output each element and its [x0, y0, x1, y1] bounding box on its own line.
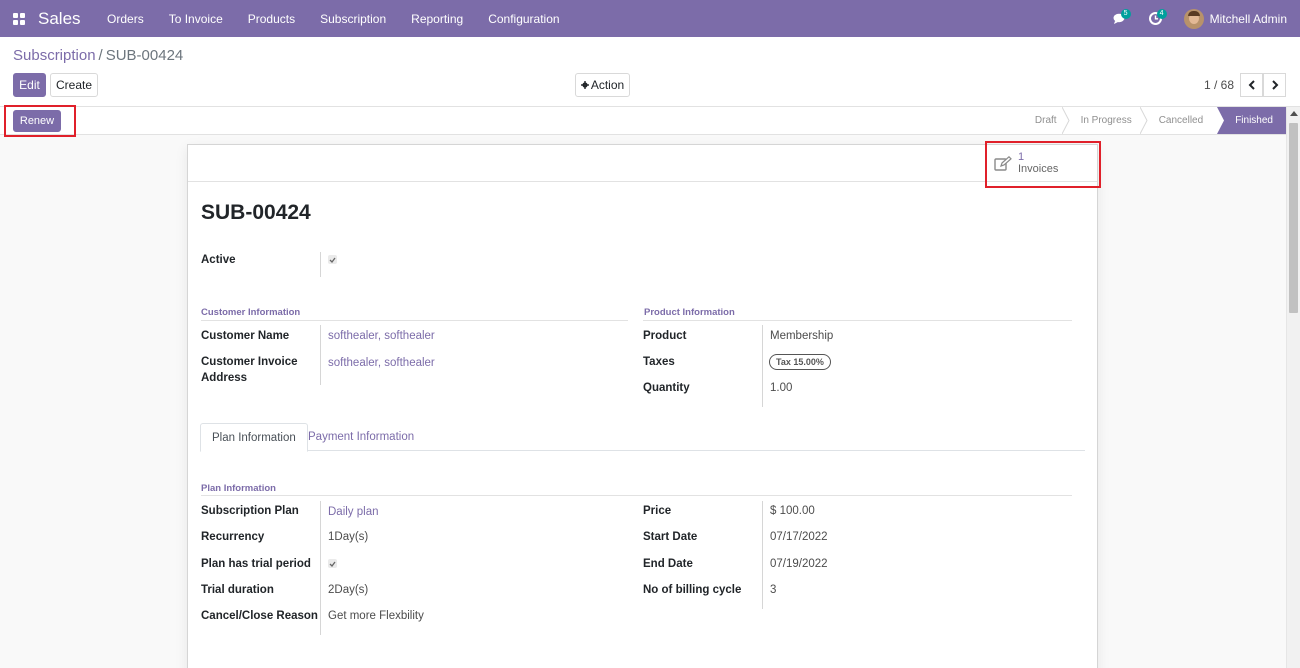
- product-label: Product: [643, 330, 687, 342]
- renew-highlight-box: [4, 105, 76, 137]
- invoices-highlight-box: [985, 141, 1101, 188]
- plan-section-title: Plan Information: [201, 483, 276, 494]
- gear-icon: [580, 81, 589, 89]
- invoice-address-link[interactable]: softhealer, softhealer: [328, 355, 435, 371]
- recurrency-value: 1Day(s): [328, 531, 369, 543]
- app-brand[interactable]: Sales: [38, 9, 81, 29]
- field-separator: [320, 252, 321, 277]
- notebook-tabs: Plan Information Payment Information: [200, 423, 1085, 452]
- action-button[interactable]: Action: [575, 73, 630, 97]
- pager-previous-button[interactable]: [1240, 73, 1263, 97]
- price-label: Price: [643, 505, 672, 517]
- stage-pipeline: Draft In Progress Cancelled Finished: [1023, 107, 1286, 134]
- field-separator: [320, 325, 321, 385]
- tab-plan-information[interactable]: Plan Information: [200, 423, 308, 452]
- breadcrumb: Subscription / SUB-00424: [13, 47, 183, 64]
- page-scrollbar[interactable]: [1286, 107, 1300, 668]
- scroll-up-icon[interactable]: [1290, 111, 1298, 116]
- action-label: Action: [590, 78, 625, 92]
- cancel-reason-value: Get more Flexbility: [328, 610, 424, 622]
- billing-cycle-value: 3: [770, 584, 777, 596]
- user-avatar[interactable]: [1183, 8, 1204, 29]
- field-separator: [320, 501, 321, 635]
- menu-configuration[interactable]: Configuration: [476, 12, 572, 26]
- form-statusbar: Renew Draft In Progress Cancelled Finish…: [0, 107, 1286, 135]
- start-date-label: Start Date: [643, 531, 698, 543]
- taxes-label: Taxes: [643, 356, 675, 368]
- customer-name-label: Customer Name: [201, 330, 290, 342]
- end-date-label: End Date: [643, 558, 693, 570]
- section-divider: [643, 320, 1072, 321]
- breadcrumb-current: SUB-00424: [105, 47, 184, 64]
- stage-cancelled[interactable]: Cancelled: [1147, 107, 1217, 134]
- quantity-label: Quantity: [643, 382, 690, 394]
- activities-badge: 4: [1156, 9, 1167, 19]
- form-sheet: 1 Invoices SUB-00424 Active Customer Inf…: [187, 144, 1098, 668]
- smart-button-box: 1 Invoices: [188, 145, 1097, 182]
- apps-menu-icon[interactable]: [0, 0, 38, 37]
- check-icon: [329, 561, 336, 567]
- product-value: Membership: [770, 330, 834, 342]
- start-date-value: 07/17/2022: [770, 531, 828, 543]
- edit-button[interactable]: Edit: [13, 73, 46, 97]
- create-button[interactable]: Create: [50, 73, 98, 97]
- billing-cycle-label: No of billing cycle: [643, 584, 742, 596]
- field-separator: [762, 501, 763, 609]
- tab-payment-information[interactable]: Payment Information: [297, 423, 425, 451]
- customer-name-link[interactable]: softhealer, softhealer: [328, 328, 435, 344]
- invoice-address-label: Customer Invoice: [201, 356, 298, 368]
- stage-finished[interactable]: Finished: [1217, 107, 1286, 134]
- trial-duration-value: 2Day(s): [328, 584, 369, 596]
- trial-period-checkbox[interactable]: [328, 559, 337, 568]
- pager-next-button[interactable]: [1263, 73, 1286, 97]
- record-title: SUB-00424: [201, 201, 311, 224]
- stage-draft[interactable]: Draft: [1023, 107, 1070, 134]
- trial-duration-label: Trial duration: [201, 584, 274, 596]
- top-navbar: Sales Orders To Invoice Products Subscri…: [0, 0, 1300, 37]
- subscription-plan-link[interactable]: Daily plan: [328, 504, 379, 520]
- subscription-plan-label: Subscription Plan: [201, 505, 299, 517]
- breadcrumb-separator: /: [98, 47, 103, 64]
- menu-subscription[interactable]: Subscription: [308, 12, 399, 26]
- menu-to-invoice[interactable]: To Invoice: [156, 12, 235, 26]
- user-name[interactable]: Mitchell Admin: [1210, 12, 1287, 26]
- chevron-left-icon: [1248, 80, 1255, 90]
- menu-orders[interactable]: Orders: [95, 12, 157, 26]
- product-section-title: Product Information: [644, 307, 735, 318]
- quantity-value: 1.00: [770, 382, 793, 394]
- recurrency-label: Recurrency: [201, 531, 265, 543]
- menu-products[interactable]: Products: [235, 12, 307, 26]
- price-value: $ 100.00: [770, 505, 815, 517]
- breadcrumb-parent[interactable]: Subscription: [13, 47, 96, 64]
- tax-tag: Tax 15.00%: [769, 354, 831, 370]
- active-label: Active: [201, 254, 236, 266]
- activities-menu[interactable]: 4: [1148, 0, 1167, 37]
- messages-menu[interactable]: 5: [1113, 0, 1131, 37]
- section-divider: [201, 495, 1072, 496]
- pager-value[interactable]: 1 / 68: [1204, 78, 1234, 92]
- stage-in-progress[interactable]: In Progress: [1069, 107, 1148, 134]
- active-checkbox[interactable]: [328, 255, 337, 264]
- messages-badge: 5: [1120, 9, 1131, 19]
- invoice-address-label-line2: Address: [201, 372, 248, 384]
- field-separator: [762, 325, 763, 407]
- section-divider: [201, 320, 628, 321]
- trial-period-label: Plan has trial period: [201, 558, 311, 570]
- menu-reporting[interactable]: Reporting: [399, 12, 476, 26]
- cancel-reason-label: Cancel/Close Reason: [201, 610, 318, 622]
- chevron-right-icon: [1271, 80, 1278, 90]
- scroll-thumb[interactable]: [1289, 123, 1298, 313]
- customer-section-title: Customer Information: [201, 307, 301, 318]
- end-date-value: 07/19/2022: [770, 558, 828, 570]
- check-icon: [329, 257, 336, 263]
- control-panel: Subscription / SUB-00424 Edit Create Actio…: [0, 37, 1300, 107]
